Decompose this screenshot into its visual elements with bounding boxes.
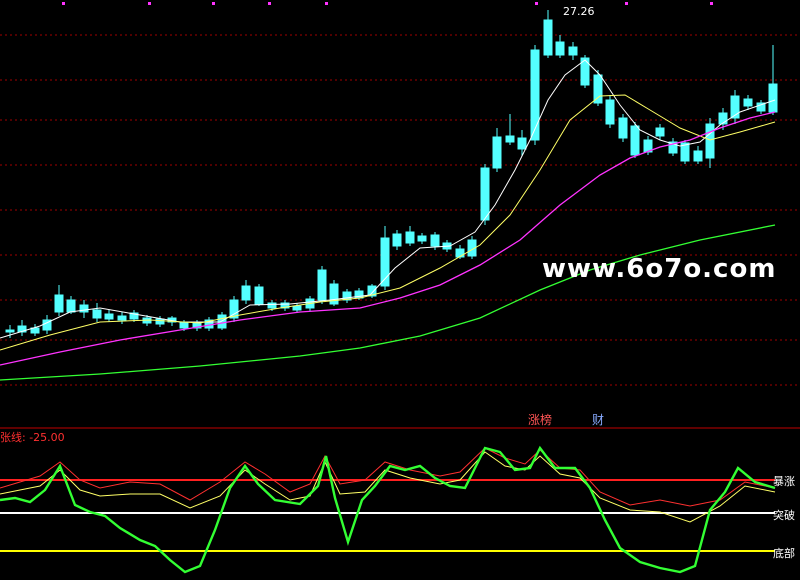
- candle: [517, 130, 527, 156]
- candle-body: [655, 127, 665, 137]
- level-label-surge: 暴涨: [773, 475, 795, 488]
- candle-body: [768, 83, 778, 113]
- candle: [480, 164, 490, 225]
- candle-body: [392, 233, 402, 247]
- candle: [668, 138, 678, 156]
- top-marker: [325, 2, 328, 5]
- candle: [329, 280, 339, 306]
- candle: [605, 95, 615, 128]
- candle-body: [292, 305, 302, 311]
- candle: [54, 285, 64, 316]
- candle-body: [104, 313, 114, 320]
- candle: [79, 300, 89, 318]
- candle: [30, 324, 40, 336]
- candle: [693, 146, 703, 164]
- candle: [380, 226, 390, 290]
- candle-body: [568, 46, 578, 56]
- candle-body: [405, 231, 415, 244]
- top-marker: [268, 2, 271, 5]
- candle-body: [267, 302, 277, 309]
- candle-body: [417, 235, 427, 242]
- candle: [104, 310, 114, 322]
- top-marker: [535, 2, 538, 5]
- candle-body: [492, 136, 502, 169]
- level-label-bottom: 底部: [773, 547, 795, 560]
- ma-white-line: [0, 59, 776, 339]
- candle: [92, 303, 102, 322]
- top-marker: [710, 2, 713, 5]
- top-markers: [62, 2, 713, 5]
- candle: [730, 90, 740, 124]
- top-marker: [148, 2, 151, 5]
- candle: [756, 100, 766, 114]
- oscillator-panel: [0, 445, 776, 574]
- candle: [618, 114, 628, 142]
- candle-body: [455, 248, 465, 258]
- candle: [117, 312, 127, 324]
- price-grid: [0, 34, 800, 429]
- watermark-text: www.6o7o.com: [542, 254, 777, 284]
- candle: [555, 35, 565, 58]
- candle-body: [693, 150, 703, 162]
- candle-body: [155, 318, 165, 325]
- candle: [241, 280, 251, 304]
- candle-body: [505, 135, 515, 143]
- candle: [655, 124, 665, 140]
- finance-tag[interactable]: 财: [592, 411, 604, 428]
- candle-body: [430, 234, 440, 247]
- candle-body: [317, 269, 327, 301]
- candle-body: [92, 309, 102, 319]
- candle-body: [718, 112, 728, 125]
- candle: [229, 296, 239, 322]
- candle-body: [618, 117, 628, 139]
- candle-body: [179, 321, 189, 329]
- candle: [17, 320, 27, 336]
- candle: [317, 266, 327, 304]
- candle: [417, 233, 427, 244]
- level-label-breakout: 突破: [773, 509, 795, 522]
- candle-body: [241, 285, 251, 301]
- moving-averages: [0, 59, 776, 381]
- candle-body: [480, 167, 490, 221]
- candle: [204, 317, 214, 331]
- candle: [705, 118, 715, 168]
- candle: [405, 226, 415, 246]
- candle-body: [117, 315, 127, 321]
- candle: [492, 128, 502, 172]
- candle-body: [530, 49, 540, 141]
- stock-chart-window: 27.26 www.6o7o.com 涨榜 财 张线: -25.00 暴涨 突破…: [0, 0, 800, 580]
- candle-body: [630, 125, 640, 156]
- candle-body: [743, 98, 753, 107]
- candle-body: [705, 123, 715, 159]
- candle: [568, 42, 578, 60]
- candle: [292, 303, 302, 312]
- candle: [743, 95, 753, 110]
- top-marker: [625, 2, 628, 5]
- kline-chart[interactable]: [0, 0, 800, 580]
- candle-body: [555, 41, 565, 56]
- candle-body: [66, 299, 76, 313]
- candle-body: [517, 137, 527, 150]
- oscillator-red-line: [0, 447, 776, 507]
- candle-body: [5, 329, 15, 333]
- candle: [392, 230, 402, 250]
- candle-body: [543, 19, 553, 56]
- candlesticks[interactable]: [5, 10, 778, 338]
- top-marker: [62, 2, 65, 5]
- indicator-title: 张线: -25.00: [0, 431, 65, 444]
- candle: [342, 289, 352, 303]
- candle-body: [593, 74, 603, 104]
- candle: [505, 114, 515, 145]
- candle-body: [605, 99, 615, 125]
- peak-price-label: 27.26: [563, 5, 595, 18]
- candle-body: [54, 294, 64, 313]
- oscillator-green-line: [0, 445, 776, 574]
- candle-body: [254, 286, 264, 305]
- candle: [543, 10, 553, 58]
- candle: [680, 140, 690, 164]
- candle: [280, 300, 290, 311]
- top-marker: [212, 2, 215, 5]
- candle: [254, 284, 264, 306]
- limit-up-list-tag[interactable]: 涨榜: [528, 411, 552, 428]
